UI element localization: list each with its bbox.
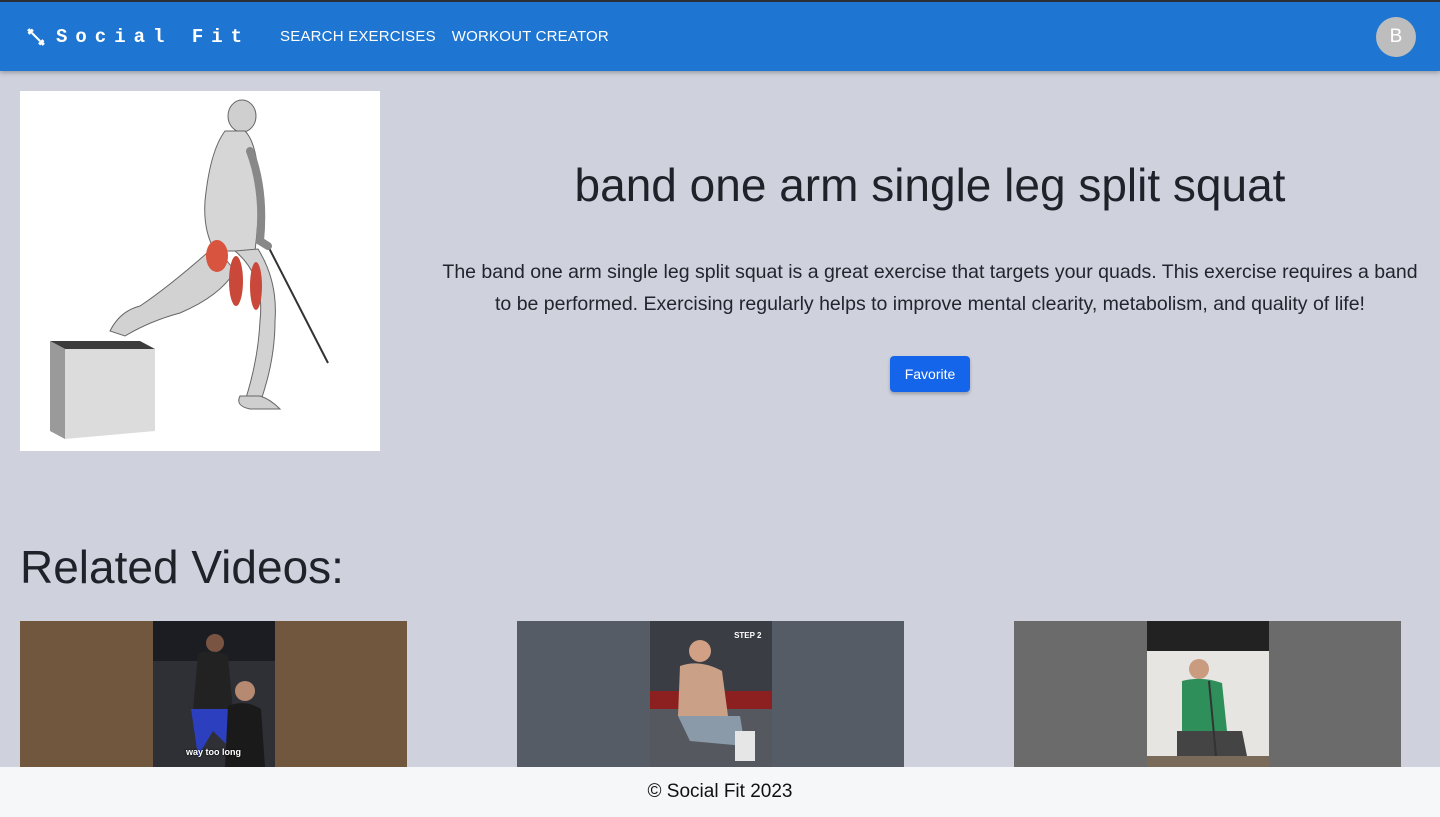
user-avatar[interactable]: B	[1376, 17, 1416, 57]
favorite-button[interactable]: Favorite	[890, 356, 970, 392]
video-still	[152, 621, 275, 767]
nav-workout-creator[interactable]: WORKOUT CREATOR	[452, 28, 609, 45]
video-thumbnail[interactable]: way too long	[20, 621, 407, 767]
video-still	[1146, 621, 1269, 767]
related-videos-heading: Related Videos:	[20, 541, 344, 593]
exercise-description: The band one arm single leg split squat …	[442, 261, 1418, 315]
exercise-illustration	[50, 99, 329, 439]
exercise-image	[20, 91, 380, 451]
footer: © Social Fit 2023	[0, 767, 1440, 817]
brand-name: Social Fit	[56, 25, 251, 48]
exercise-title: band one arm single leg split squat	[574, 159, 1286, 211]
video-still	[649, 621, 772, 767]
video-frame: way too long	[152, 621, 275, 767]
video-frame	[1146, 621, 1269, 767]
brand-logo[interactable]: Social Fit	[24, 25, 250, 49]
nav-search-exercises[interactable]: SEARCH EXERCISES	[280, 28, 436, 45]
video-frame: STEP 2	[649, 621, 772, 767]
top-navbar: Social Fit SEARCH EXERCISES WORKOUT CREA…	[0, 0, 1440, 71]
video-thumbnail[interactable]: STEP 2	[517, 621, 904, 767]
video-step-label: STEP 2	[734, 631, 762, 640]
dumbbell-icon	[27, 27, 45, 46]
footer-copyright: © Social Fit 2023	[647, 781, 793, 802]
video-thumbnail[interactable]	[1014, 621, 1401, 767]
video-caption: way too long	[186, 747, 241, 757]
exercise-info: band one arm single leg split squat The …	[420, 150, 1440, 392]
